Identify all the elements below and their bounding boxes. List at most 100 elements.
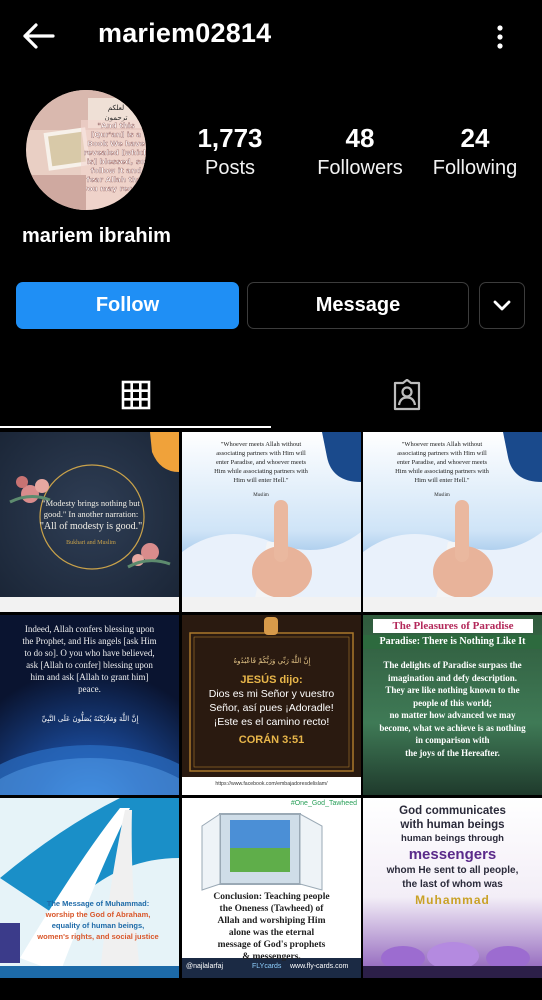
- top-bar: mariem02814: [0, 0, 542, 70]
- post-text-line: with human beings: [400, 819, 505, 831]
- avatar-text-line: is] blessed, so: [87, 157, 145, 166]
- post-text-line: become, what we achieve is as nothing: [379, 722, 526, 733]
- post-text-line: The delights of Paradise surpass the: [383, 660, 522, 670]
- post-tile[interactable]: "Modesty brings nothing but good." In an…: [0, 432, 179, 612]
- post-text-line: peace.: [78, 684, 101, 694]
- post-text-line: & messengers.: [242, 952, 301, 962]
- post-text-line: ask [Allah to confer] blessing upon: [26, 660, 153, 670]
- post-text-line: Him will enter Hell.": [414, 477, 470, 484]
- post-title: The Pleasures of Paradise: [392, 620, 514, 632]
- post-tile[interactable]: إِنَّ اللَّهَ وَمَلَائِكَتَهُ يُصَلُّونَ…: [0, 615, 179, 795]
- post-source: Bukhari and Muslim: [66, 540, 116, 546]
- following-label: Following: [432, 157, 518, 179]
- post-text-line: good." In another narration:: [43, 509, 139, 519]
- post-text-line: Him will enter Hell.": [233, 477, 289, 484]
- post-text-line: Him while associating partners with: [395, 468, 489, 475]
- profile-display-name: mariem ibrahim: [22, 225, 171, 247]
- post-text-line: ¡Este es el camino recto!: [213, 716, 330, 728]
- followers-stat[interactable]: 48 Followers: [300, 122, 420, 182]
- post-source: Muslim: [434, 493, 450, 498]
- avatar-text-line: you may receive: [83, 184, 146, 193]
- post-text-line: "Whoever meets Allah without: [220, 441, 302, 448]
- back-button[interactable]: [18, 16, 58, 56]
- svg-text:لعلكم: لعلكم: [108, 104, 124, 112]
- post-highlight: messengers: [408, 846, 497, 863]
- post-tile[interactable]: God communicates with human beings human…: [363, 798, 542, 978]
- post-text-line: Señor, así pues ¡Adoradle!: [209, 702, 334, 714]
- post-text-line: associating partners with Him will: [216, 450, 306, 457]
- post-text-line: whom He sent to all people,: [386, 865, 519, 876]
- post-text-line: equality of human beings,: [51, 921, 145, 930]
- avatar-text-line: fear Allah that: [87, 175, 146, 184]
- post-text-line: "Modesty brings nothing but: [42, 498, 140, 508]
- posts-stat[interactable]: 1,773 Posts: [190, 122, 270, 182]
- post-text-line: "Whoever meets Allah without: [401, 441, 483, 448]
- arrow-left-icon: [23, 23, 55, 49]
- profile-stats: 1,773 Posts 48 Followers 24 Following: [170, 122, 526, 182]
- post-title: JESÚS dijo:: [240, 674, 303, 686]
- post-text-line: Allah and worshiping Him: [217, 916, 326, 926]
- post-text-line: human beings through: [401, 833, 504, 844]
- post-hashtag: #One_God_Tawheed: [290, 800, 357, 807]
- following-count: 24: [460, 123, 490, 153]
- tagged-person-icon: [393, 379, 420, 411]
- post-ref: CORÁN 3:51: [238, 734, 305, 746]
- posts-grid: "Modesty brings nothing but good." In an…: [0, 432, 542, 1000]
- post-text-line: the joys of the Hereafter.: [405, 747, 500, 758]
- post-url: https://www.facebook.com/embajadoresdeli…: [215, 781, 328, 787]
- post-text-line: worship the God of Abraham,: [45, 910, 151, 919]
- post-brand: FLYcards: [252, 963, 282, 970]
- more-options-button[interactable]: [486, 22, 514, 52]
- post-text-line: women's rights, and social justice: [37, 932, 159, 941]
- post-text-line: people of this world;: [413, 697, 492, 708]
- grid-icon: [121, 380, 150, 410]
- post-text-line: associating partners with Him will: [397, 450, 487, 457]
- avatar-text-line: revealed [which: [84, 148, 146, 157]
- message-button[interactable]: Message: [247, 282, 469, 329]
- post-text-line: Conclusion: Teaching people: [213, 892, 330, 902]
- post-tile[interactable]: The Pleasures of Paradise Paradise: Ther…: [363, 615, 542, 795]
- followers-count: 48: [345, 123, 375, 153]
- active-tab-indicator: [0, 426, 271, 428]
- post-text-line: message of God's prophets: [217, 940, 326, 950]
- profile-username: mariem02814: [98, 18, 272, 48]
- post-text-line: enter Paradise, and whoever meets: [396, 459, 488, 466]
- post-text-line: "All of modesty is good.": [39, 521, 143, 532]
- post-text-line: enter Paradise, and whoever meets: [215, 459, 307, 466]
- post-title: The Message of Muhammad:: [46, 899, 150, 908]
- posts-label: Posts: [204, 157, 256, 179]
- post-text-line: They are like nothing known to the: [385, 685, 520, 695]
- post-tile[interactable]: "Whoever meets Allah without associating…: [363, 432, 542, 612]
- post-text-line: the Prophet, and His angels [ask Him: [22, 636, 157, 646]
- avatar-text-line: "And this: [97, 121, 134, 130]
- post-handle: @najlalarfaj: [186, 963, 224, 970]
- post-text-line: Dios es mi Señor y vuestro: [208, 688, 335, 700]
- post-text-line: imagination and defy description.: [387, 672, 517, 683]
- following-stat[interactable]: 24 Following: [420, 122, 530, 182]
- post-source: Muslim: [253, 493, 269, 498]
- profile-avatar[interactable]: لعلكم ترحمون "And this [Qur'an] is a Boo…: [26, 90, 146, 210]
- post-tile[interactable]: #One_God_Tawheed Conclusion: Teaching pe…: [182, 798, 361, 978]
- post-text-line: God communicates: [399, 805, 506, 817]
- suggested-accounts-button[interactable]: [479, 282, 525, 329]
- avatar-text-line: follow it and: [91, 166, 142, 175]
- post-text-line: to do so]. O you who have believed,: [24, 648, 155, 658]
- post-tile[interactable]: The Message of Muhammad: worship the God…: [0, 798, 179, 978]
- post-tile[interactable]: "Whoever meets Allah without associating…: [182, 432, 361, 612]
- tab-tagged[interactable]: [271, 362, 542, 428]
- more-vertical-icon: [497, 25, 503, 49]
- post-text-line: Indeed, Allah confers blessing upon: [24, 624, 155, 634]
- avatar-text-line: [Qur'an] is a: [91, 130, 141, 139]
- post-text-line: in comparison with: [415, 735, 490, 745]
- post-tile[interactable]: إِنَّ اللَّهَ رَبِّي وَرَبُّكُمْ فَاعْبُ…: [182, 615, 361, 795]
- avatar-text-line: Book We have: [87, 139, 144, 148]
- post-name: Muhammad: [415, 893, 490, 907]
- tab-posts-grid[interactable]: [0, 362, 271, 428]
- post-text-line: Him while associating partners with: [214, 468, 308, 475]
- follow-button[interactable]: Follow: [16, 282, 239, 329]
- post-subtitle: Paradise: There is Nothing Like It: [379, 636, 526, 647]
- post-text-line: him and ask [Allah to grant him]: [30, 672, 149, 682]
- posts-count: 1,773: [197, 123, 263, 153]
- post-text-line: the Oneness (Tawheed) of: [219, 904, 324, 914]
- post-text-line: alone was the eternal: [228, 928, 315, 938]
